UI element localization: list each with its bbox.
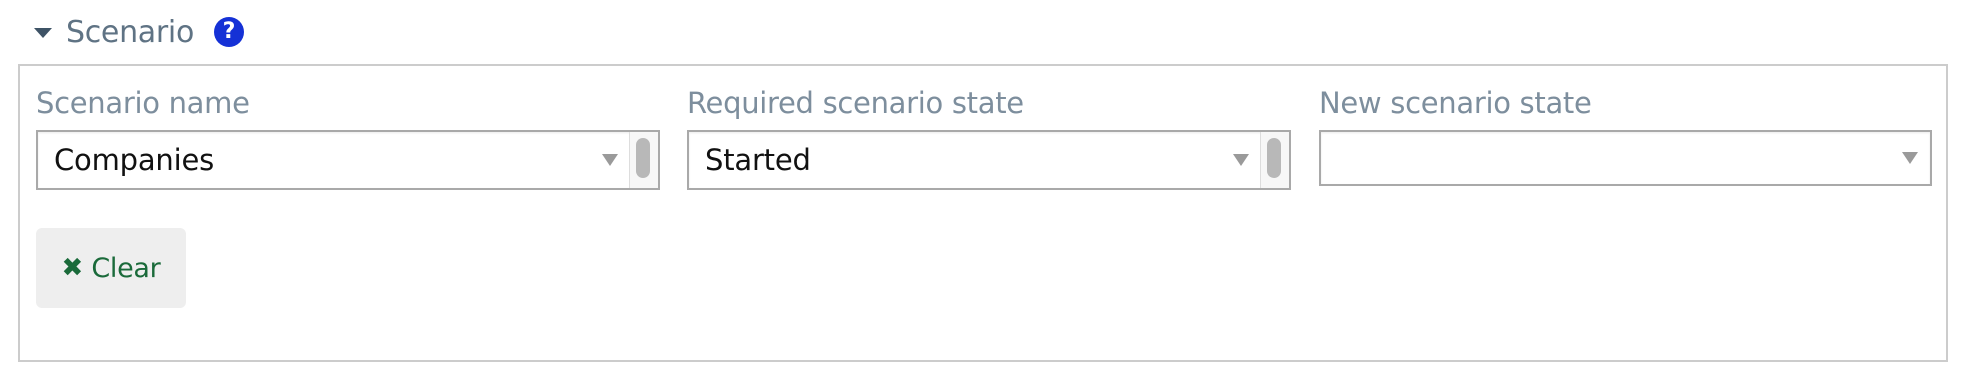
scrollbar-thumb[interactable]: [1267, 138, 1281, 178]
chevron-down-icon[interactable]: [1233, 154, 1249, 166]
chevron-down-icon[interactable]: [1902, 152, 1918, 164]
scenario-name-select[interactable]: Companies: [36, 130, 660, 190]
required-state-value: Started: [705, 143, 811, 177]
new-state-select[interactable]: [1319, 130, 1932, 186]
new-state-label: New scenario state: [1319, 86, 1592, 120]
scenario-name-value: Companies: [54, 143, 215, 177]
scenario-section-header[interactable]: Scenario ?: [34, 10, 245, 54]
clear-button[interactable]: ✖ Clear: [36, 228, 186, 308]
scrollbar-thumb[interactable]: [636, 138, 650, 178]
scenario-panel: Scenario name Companies Required scenari…: [18, 64, 1948, 362]
caret-down-icon[interactable]: [34, 28, 52, 38]
scrollbar[interactable]: [1260, 132, 1289, 188]
clear-button-label: Clear: [91, 252, 161, 284]
required-state-select[interactable]: Started: [687, 130, 1291, 190]
chevron-down-icon[interactable]: [602, 154, 618, 166]
times-icon: ✖: [61, 253, 84, 283]
question-circle-icon[interactable]: ?: [214, 17, 245, 47]
scrollbar[interactable]: [629, 132, 658, 188]
required-state-label: Required scenario state: [687, 86, 1024, 120]
scenario-name-label: Scenario name: [36, 86, 250, 120]
section-title: Scenario: [66, 14, 195, 50]
